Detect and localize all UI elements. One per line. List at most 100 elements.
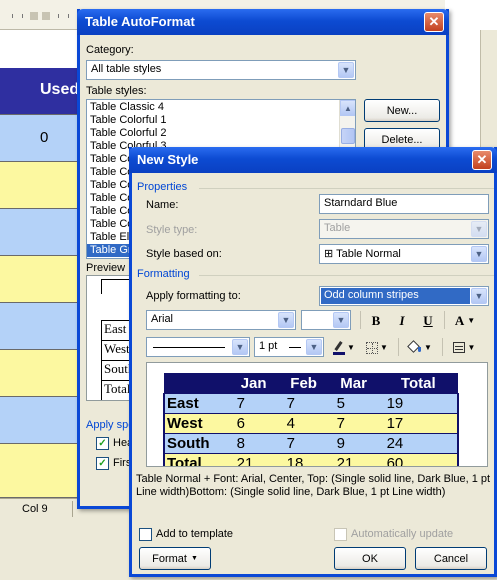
add-to-template-checkbox[interactable] — [139, 528, 152, 541]
chevron-down-icon: ▼ — [380, 343, 388, 352]
auto-update-label: Automatically update — [351, 528, 454, 540]
preview-cell: 24 — [378, 433, 460, 454]
autoformat-title: Table AutoFormat — [85, 14, 195, 29]
font-value: Arial — [151, 313, 174, 325]
preview-cell: 60 — [378, 453, 460, 466]
close-icon[interactable]: ✕ — [424, 12, 444, 32]
line-style-swatch — [153, 347, 225, 348]
align-icon — [452, 342, 465, 353]
first-column-checkbox[interactable]: ✓ — [96, 457, 109, 470]
paint-bucket-icon — [407, 340, 422, 354]
italic-button[interactable]: I — [391, 310, 413, 331]
borders-button[interactable]: ▼ — [362, 337, 392, 358]
table-style-item[interactable]: Table Colorful 1 — [87, 114, 355, 127]
chevron-down-icon: ▼ — [333, 312, 349, 328]
preview-cell: 7 — [278, 393, 329, 414]
preview-cell: 7 — [228, 393, 279, 414]
cancel-button[interactable]: Cancel — [415, 547, 487, 570]
bold-button[interactable]: B — [365, 310, 387, 331]
chevron-down-icon: ▼ — [306, 339, 322, 355]
preview-cell: 7 — [278, 433, 329, 454]
ok-button[interactable]: OK — [334, 547, 406, 570]
name-input[interactable]: Starndard Blue — [319, 194, 489, 214]
line-weight-value: 1 pt — [259, 340, 278, 352]
scroll-up-icon[interactable]: ▲ — [340, 100, 355, 116]
new-style-title: New Style — [137, 152, 199, 167]
table-style-item[interactable]: Table Classic 4 — [87, 101, 355, 114]
chevron-down-icon: ▼ — [471, 221, 487, 237]
chevron-down-icon: ▼ — [338, 62, 354, 78]
name-label: Name: — [146, 199, 179, 211]
line-style-select[interactable]: ▼ — [146, 337, 250, 357]
format-menu-button[interactable]: Format ▼ — [139, 547, 211, 570]
preview-header-cell: Jan — [228, 373, 279, 394]
preview-cell: 19 — [378, 393, 460, 414]
add-to-template-label: Add to template — [156, 528, 234, 540]
style-description: Table Normal + Font: Arial, Center, Top:… — [136, 473, 491, 498]
preview-cell: 17 — [378, 413, 460, 434]
table-style-item[interactable]: Table Colorful 2 — [87, 127, 355, 140]
based-on-value: Table Normal — [336, 248, 401, 260]
chevron-down-icon: ▼ — [424, 343, 432, 352]
font-color-button[interactable]: A ▼ — [449, 310, 481, 331]
line-weight-select[interactable]: 1 pt ▼ — [254, 337, 324, 357]
new-style-button[interactable]: New... — [364, 99, 440, 122]
style-preview: Jan Feb Mar Total East 7 7 5 19 West 6 4 7 17 South 8 7 9… — [146, 362, 488, 467]
properties-label: Properties — [137, 181, 188, 193]
borders-icon — [366, 341, 379, 354]
font-select[interactable]: Arial ▼ — [146, 310, 296, 330]
formatting-label: Formatting — [137, 268, 190, 280]
preview-cell: 6 — [228, 413, 279, 434]
preview-label: Preview — [86, 262, 126, 274]
chevron-down-icon: ▼ — [347, 343, 355, 352]
preview-row-header: East — [163, 393, 229, 414]
preview-cell: 5 — [328, 393, 379, 414]
chevron-down-icon: ▼ — [467, 343, 476, 352]
shading-button[interactable]: ▼ — [404, 337, 436, 358]
preview-header-cell — [164, 373, 229, 394]
style-based-on-label: Style based on: — [146, 248, 222, 260]
format-button-label: Format — [152, 552, 187, 565]
new-style-dialog: New Style ✕ Properties Name: Starndard B… — [129, 147, 497, 577]
preview-cell: 21 — [228, 453, 279, 466]
new-style-titlebar: New Style ✕ — [129, 147, 497, 173]
scroll-thumb[interactable] — [341, 128, 355, 144]
style-type-value: Table — [324, 222, 351, 234]
category-label: Category: — [86, 44, 134, 56]
preview-header-cell: Mar — [328, 373, 379, 394]
alignment-button[interactable]: ▼ — [448, 337, 480, 358]
style-type-label: Style type: — [146, 224, 198, 236]
style-based-on-select[interactable]: ⊞ Table Normal ▼ — [319, 244, 489, 264]
table-grid-icon: ⊞ — [324, 248, 337, 260]
chevron-down-icon: ▼ — [232, 339, 248, 355]
category-value: All table styles — [91, 63, 162, 75]
formatting-section: Formatting — [137, 268, 494, 280]
preview-row-header: South — [163, 433, 229, 454]
chevron-down-icon: ▼ — [278, 312, 294, 328]
preview-table: Jan Feb Mar Total East 7 7 5 19 West 6 4 7 17 South 8 7 9… — [163, 373, 460, 466]
underline-button[interactable]: U — [417, 310, 439, 331]
heading-rows-checkbox[interactable]: ✓ — [96, 437, 109, 450]
preview-row-header: West — [163, 413, 229, 434]
status-column: Col 9 — [22, 503, 48, 515]
autoformat-titlebar: Table AutoFormat ✕ — [77, 9, 449, 35]
preview-cell: 7 — [328, 413, 379, 434]
apply-formatting-select[interactable]: Odd column stripes ▼ — [319, 286, 489, 306]
auto-update-checkbox — [334, 528, 347, 541]
preview-cell: 18 — [278, 453, 329, 466]
preview-row: West 6 4 7 17 — [163, 413, 460, 434]
preview-cell: 8 — [228, 433, 279, 454]
category-select[interactable]: All table styles ▼ — [86, 60, 356, 80]
preview-header-cell: Feb — [278, 373, 329, 394]
font-color-icon: A — [454, 312, 465, 328]
chevron-down-icon: ▼ — [471, 288, 487, 304]
font-size-select[interactable]: ▼ — [301, 310, 351, 330]
preview-row: East 7 7 5 19 — [163, 393, 460, 414]
preview-cell: 9 — [328, 433, 379, 454]
border-color-button[interactable]: ▼ — [330, 337, 358, 358]
preview-cell: 21 — [328, 453, 379, 466]
apply-special-label: Apply spe — [86, 419, 135, 431]
close-icon[interactable]: ✕ — [472, 150, 492, 170]
table-styles-label: Table styles: — [86, 85, 147, 97]
pen-icon — [333, 340, 346, 355]
